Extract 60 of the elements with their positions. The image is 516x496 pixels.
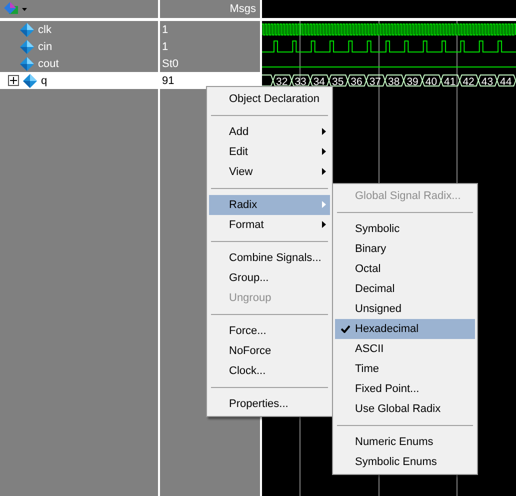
signal-name-row[interactable]: q <box>0 72 158 89</box>
bus-segment: 40 <box>422 74 442 88</box>
bus-segment: 32 <box>272 74 292 88</box>
signal-name: q <box>41 74 48 86</box>
expand-icon[interactable] <box>8 75 19 86</box>
menu-item[interactable]: Combine Signals... <box>209 248 330 268</box>
signals-dropdown-icon[interactable] <box>4 2 30 16</box>
menu-item[interactable]: Properties... <box>209 394 330 414</box>
menu-item[interactable]: Hexadecimal <box>335 319 475 339</box>
submenu-arrow-icon <box>322 201 326 208</box>
signal-diamond-icon <box>20 22 34 36</box>
signal-value: 91 <box>162 74 174 86</box>
menu-item[interactable]: Octal <box>335 259 475 279</box>
bus-segment: 41 <box>440 74 460 88</box>
menu-item[interactable]: Force... <box>209 321 330 341</box>
signal-name: cin <box>38 40 52 52</box>
menu-item[interactable]: Binary <box>335 239 475 259</box>
menu-item[interactable]: Radix <box>209 195 330 215</box>
signal-name: cout <box>38 58 59 70</box>
column-header: Msgs <box>230 3 256 15</box>
bus-segment: 34 <box>310 74 330 88</box>
bus-segment: 36 <box>347 74 367 88</box>
menu-item[interactable]: Object Declaration <box>209 89 330 109</box>
signal-value: 1 <box>162 24 168 36</box>
menu-item[interactable]: View <box>209 162 330 182</box>
submenu-arrow-icon <box>322 168 326 175</box>
bus-segment: 39 <box>403 74 423 88</box>
submenu-arrow-icon <box>322 128 326 135</box>
bus-segment: 43 <box>478 74 498 88</box>
bus-segment <box>262 74 274 86</box>
signal-value: St0 <box>162 58 179 70</box>
menu-item[interactable]: NoForce <box>209 341 330 361</box>
bus-segment: 33 <box>291 74 311 88</box>
signal-diamond-icon <box>20 56 34 70</box>
bus-segment: 35 <box>328 74 348 88</box>
signal-diamond-icon <box>20 40 34 54</box>
menu-item[interactable]: Unsigned <box>335 299 475 319</box>
menu-item[interactable]: Numeric Enums <box>335 432 475 452</box>
menu-item[interactable]: Group... <box>209 268 330 288</box>
checkmark-icon <box>341 325 350 333</box>
menu-item[interactable]: Add <box>209 122 330 142</box>
bus-segment: 37 <box>366 74 386 88</box>
menu-item[interactable]: Fixed Point... <box>335 379 475 399</box>
menu-item[interactable]: Time <box>335 359 475 379</box>
menu-item[interactable]: Use Global Radix <box>335 399 475 419</box>
bus-segment: 38 <box>384 74 404 88</box>
submenu-arrow-icon <box>322 221 326 228</box>
signal-value: 1 <box>162 40 168 52</box>
submenu-arrow-icon <box>322 148 326 155</box>
signal-diamond-icon <box>23 74 37 88</box>
bus-segment: 44 <box>496 74 516 88</box>
menu-item[interactable]: Format <box>209 215 330 235</box>
signal-name: clk <box>38 24 52 36</box>
menu-item[interactable]: Decimal <box>335 279 475 299</box>
bus-segment: 42 <box>459 74 479 88</box>
menu-item[interactable]: Edit <box>209 142 330 162</box>
menu-item[interactable]: Symbolic <box>335 219 475 239</box>
menu-item[interactable]: ASCII <box>335 339 475 359</box>
menu-item[interactable]: Clock... <box>209 361 330 381</box>
menu-item[interactable]: Symbolic Enums <box>335 452 475 472</box>
